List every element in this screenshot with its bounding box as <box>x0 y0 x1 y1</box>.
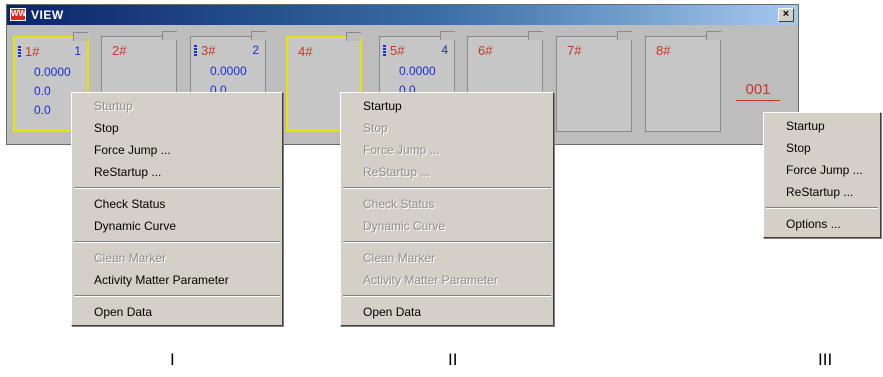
card-tab-notch <box>162 31 177 40</box>
channel-value-2: 0.0 <box>34 84 51 98</box>
menu-item-restartup[interactable]: ReStartup ... <box>764 181 880 203</box>
menu-item-open-data[interactable]: Open Data <box>72 301 282 323</box>
menu-item-open-data[interactable]: Open Data <box>341 301 553 323</box>
menu-separator <box>74 295 280 297</box>
channel-label: 5# <box>390 43 405 58</box>
menu-separator <box>766 207 878 209</box>
channel-card-8[interactable]: 8# <box>645 31 721 132</box>
caption-3: III <box>818 350 833 369</box>
menu-item-startup: Startup <box>94 99 133 113</box>
menu-item-activity-matter-parameter[interactable]: Activity Matter Parameter <box>72 269 282 291</box>
channel-label: 7# <box>567 43 582 58</box>
menu-item-clean-marker: Clean Marker <box>363 251 436 265</box>
card-tab-notch <box>617 31 632 40</box>
menu-item-check-status[interactable]: Check Status <box>72 193 282 215</box>
context-menu-2: Startup Stop Force Jump ... ReStartup ... Ch… <box>340 92 554 326</box>
context-menu-1: Startup Stop Force Jump ... ReStartup ... Ch… <box>71 92 283 326</box>
channel-count: 4 <box>441 43 448 57</box>
close-button[interactable]: × <box>778 8 794 22</box>
menu-item-startup[interactable]: Startup <box>341 95 553 117</box>
window-title: VIEW <box>31 8 64 22</box>
channel-value-1: 0.0000 <box>210 64 247 78</box>
context-menu-3: Startup Stop Force Jump ... ReStartup ... Op… <box>763 112 881 238</box>
menu-item-restartup[interactable]: ReStartup ... <box>72 161 282 183</box>
channel-card-7[interactable]: 7# <box>556 31 632 132</box>
menu-item-restartup: ReStartup ... <box>363 165 431 179</box>
caption-1: I <box>170 350 175 369</box>
title-bar[interactable]: WW VIEW × <box>7 5 798 25</box>
menu-item-clean-marker: Clean Marker <box>94 251 167 265</box>
menu-item-options[interactable]: Options ... <box>764 213 880 235</box>
channel-label: 8# <box>656 43 671 58</box>
menu-separator <box>74 187 280 189</box>
channel-label: 1# <box>25 44 40 59</box>
channel-label: 2# <box>112 43 127 58</box>
channel-label: 4# <box>298 44 313 59</box>
card-tab-notch <box>73 32 88 41</box>
menu-item-force-jump[interactable]: Force Jump ... <box>764 159 880 181</box>
menu-item-check-status: Check Status <box>363 197 435 211</box>
channel-flag-icon <box>383 45 386 56</box>
menu-item-activity-matter-parameter: Activity Matter Parameter <box>363 273 498 287</box>
app-icon: WW <box>10 8 26 21</box>
menu-item-force-jump[interactable]: Force Jump ... <box>72 139 282 161</box>
card-tab-notch <box>440 31 455 40</box>
channel-flag-icon <box>194 45 197 56</box>
menu-separator <box>343 241 551 243</box>
channel-value-3: 0.0 <box>34 103 51 117</box>
menu-separator <box>343 187 551 189</box>
counter-display: 001 <box>734 77 782 103</box>
channel-value-1: 0.0000 <box>399 64 436 78</box>
menu-item-dynamic-curve: Dynamic Curve <box>363 219 446 233</box>
channel-value-1: 0.0000 <box>34 65 71 79</box>
card-tab-notch <box>346 32 361 41</box>
card-tab-notch <box>706 31 721 40</box>
channel-label: 3# <box>201 43 216 58</box>
channel-label: 6# <box>478 43 493 58</box>
menu-separator <box>343 295 551 297</box>
card-tab-notch <box>528 31 543 40</box>
menu-item-dynamic-curve[interactable]: Dynamic Curve <box>72 215 282 237</box>
channel-flag-icon <box>18 46 21 57</box>
channel-count: 1 <box>74 44 81 58</box>
menu-item-force-jump: Force Jump ... <box>363 143 440 157</box>
menu-item-startup[interactable]: Startup <box>764 115 880 137</box>
menu-separator <box>74 241 280 243</box>
card-tab-notch <box>251 31 266 40</box>
menu-item-stop: Stop <box>363 121 388 135</box>
menu-item-stop[interactable]: Stop <box>72 117 282 139</box>
menu-item-stop[interactable]: Stop <box>764 137 880 159</box>
channel-count: 2 <box>252 43 259 57</box>
caption-2: II <box>448 350 458 369</box>
